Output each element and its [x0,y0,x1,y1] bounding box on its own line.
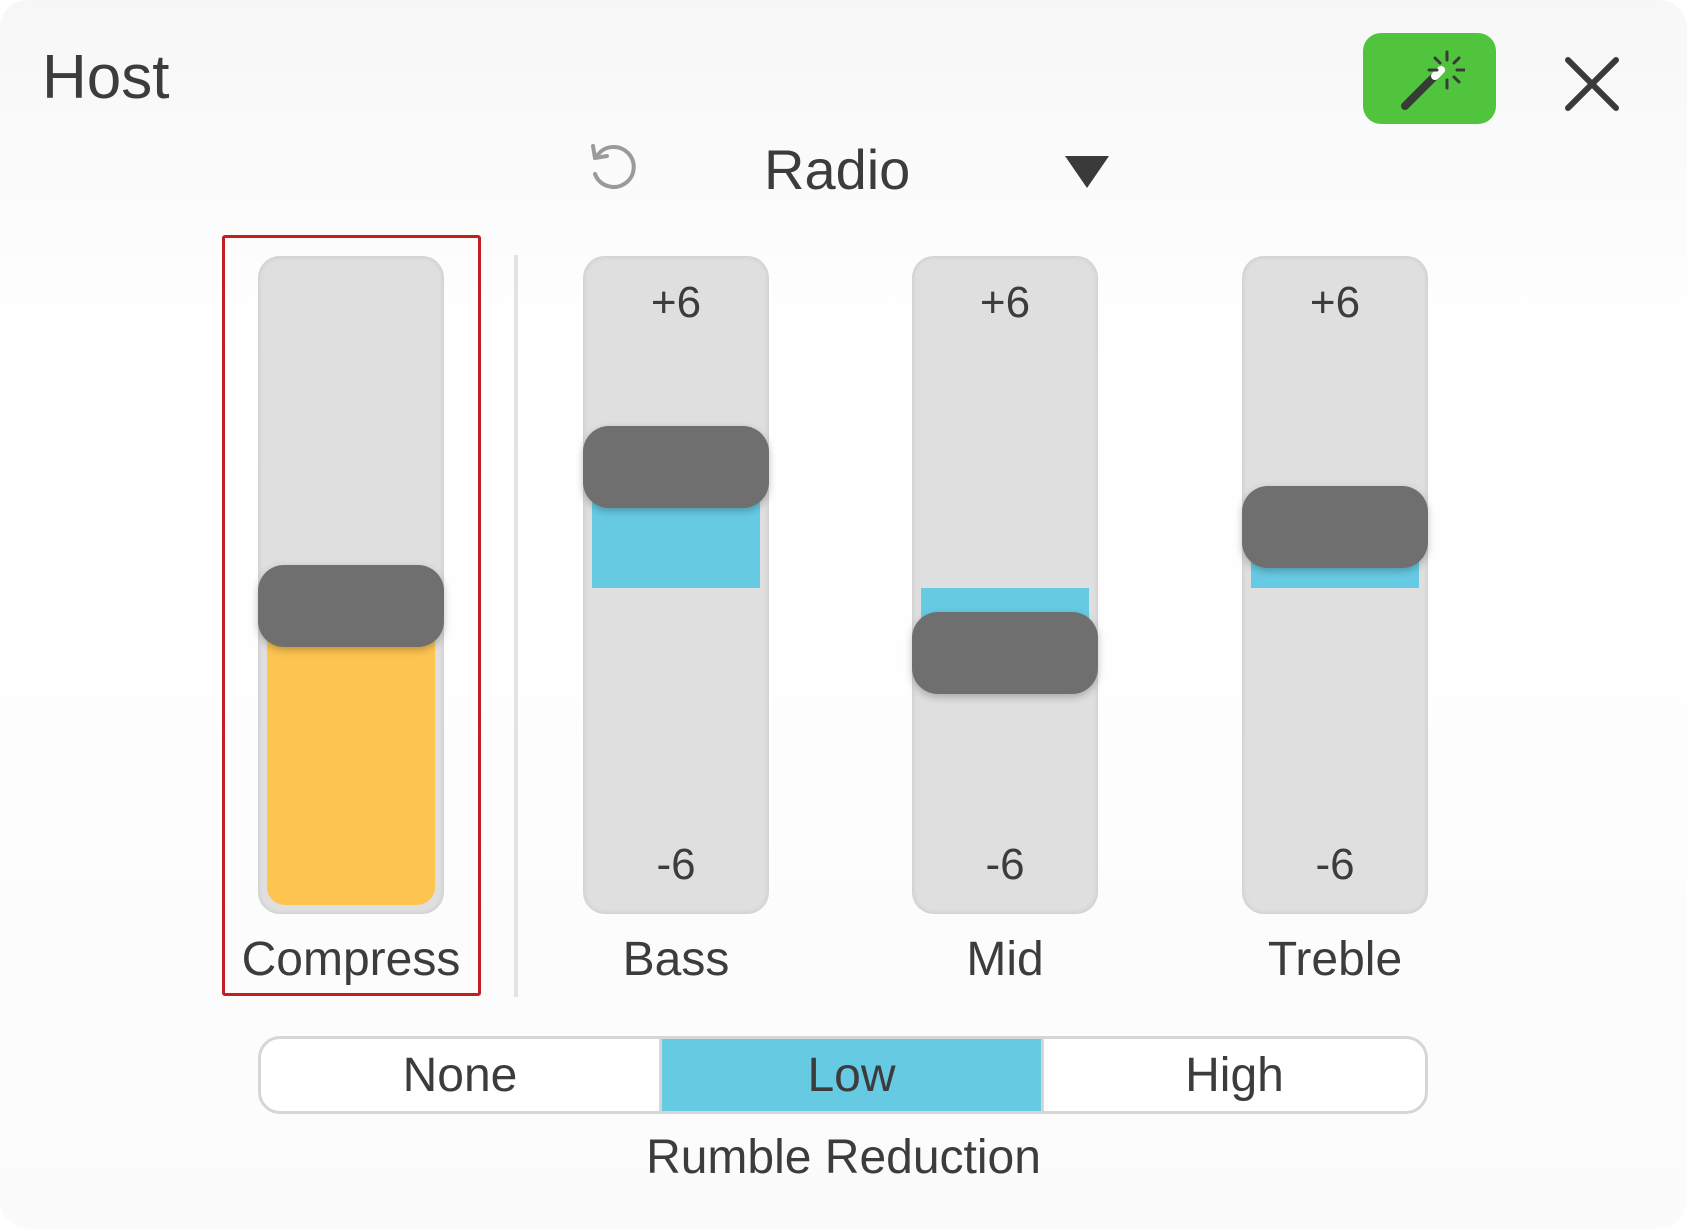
bass-slider[interactable]: +6 -6 [583,256,769,914]
compress-slider-thumb[interactable] [258,565,444,648]
mid-slider[interactable]: +6 -6 [912,256,1098,914]
mid-label: Mid [966,933,1044,986]
bass-max-label: +6 [650,278,702,327]
mid-min-label: -6 [985,840,1025,889]
magic-wand-button[interactable] [1363,33,1496,124]
treble-label: Treble [1267,933,1403,986]
compress-label: Compress [241,933,461,986]
slider-divider [514,255,518,997]
undo-button[interactable] [583,140,639,196]
close-button[interactable] [1556,48,1628,120]
bass-min-label: -6 [656,840,696,889]
dropdown-arrow-icon [1065,156,1109,188]
window-title: Host [42,43,170,112]
magic-wand-icon [1400,50,1465,110]
undo-icon [591,144,636,189]
mid-max-label: +6 [979,278,1031,327]
preset-selected-value: Radio [764,138,911,201]
treble-slider[interactable]: +6 -6 [1242,256,1428,914]
dialog-panel: Host Radio Compress +6 -6 Bass +6 -6 Mid… [0,0,1687,1229]
treble-slider-thumb[interactable] [1242,486,1428,569]
preset-dropdown[interactable]: Radio [720,130,1120,210]
rumble-reduction-caption: Rumble Reduction [646,1131,1041,1184]
close-icon [1565,57,1619,111]
bass-slider-thumb[interactable] [583,425,769,508]
treble-max-label: +6 [1309,278,1361,327]
rumble-option-none[interactable]: None [261,1039,659,1111]
rumble-reduction-control: None Low High [258,1036,1428,1114]
rumble-option-high[interactable]: High [1041,1039,1425,1111]
rumble-option-low[interactable]: Low [659,1039,1041,1111]
compress-slider[interactable] [258,256,444,914]
treble-min-label: -6 [1315,840,1355,889]
compress-fill [267,606,435,905]
mid-slider-thumb[interactable] [912,612,1098,695]
bass-label: Bass [622,933,730,986]
